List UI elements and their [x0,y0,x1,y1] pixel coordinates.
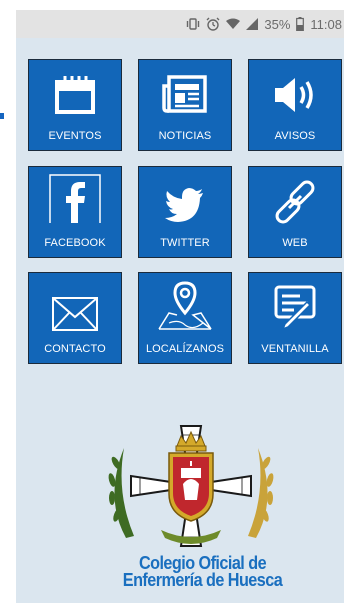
colegio-emblem [108,425,274,547]
calendar-icon [55,76,95,114]
tile-label-twitter: TWITTER [160,237,210,249]
alarm-icon [206,17,220,31]
status-bar: 35% 11:08 [16,10,344,38]
wifi-icon [226,18,241,30]
tile-facebook[interactable]: FACEBOOK [28,166,122,258]
link-icon [275,180,315,224]
tile-label-facebook: FACEBOOK [44,237,106,249]
tile-twitter[interactable]: TWITTER [138,166,232,258]
edge-marker [0,113,4,119]
facebook-icon [49,174,101,223]
tile-label-web: WEB [282,237,308,249]
tile-eventos[interactable]: EVENTOS [28,59,122,151]
tile-label-noticias: NOTICIAS [158,130,212,142]
tile-label-avisos: AVISOS [274,130,316,142]
envelope-icon [52,297,98,331]
vibrate-icon [186,18,200,30]
tile-avisos[interactable]: AVISOS [248,59,342,151]
tile-ventanilla[interactable]: VENTANILLA [248,272,342,364]
org-name-line2: Enfermería de Huesca [122,570,283,590]
tile-label-localizanos: LOCALÍZANOS [145,343,225,355]
tile-contacto[interactable]: CONTACTO [28,272,122,364]
form-pen-icon [274,285,316,331]
tile-label-ventanilla: VENTANILLA [261,343,329,355]
app-screen: 35% 11:08 EVENTOS NOTICIAS AVISOS FACEBO… [16,10,344,603]
tile-label-contacto: CONTACTO [44,343,106,355]
battery-icon [296,17,305,31]
tile-web[interactable]: WEB [248,166,342,258]
tile-localizanos[interactable]: LOCALÍZANOS [138,272,232,364]
tile-label-eventos: EVENTOS [48,130,102,142]
newspaper-icon [162,75,207,113]
map-pin-icon [158,281,212,330]
battery-percent: 35% [264,16,291,32]
signal-icon [246,18,259,30]
tile-noticias[interactable]: NOTICIAS [138,59,232,151]
twitter-icon [165,188,203,222]
speaker-icon [275,78,313,112]
org-name: Colegio Oficial de Enfermería de Huesca [101,554,304,590]
clock: 11:08 [310,16,342,32]
